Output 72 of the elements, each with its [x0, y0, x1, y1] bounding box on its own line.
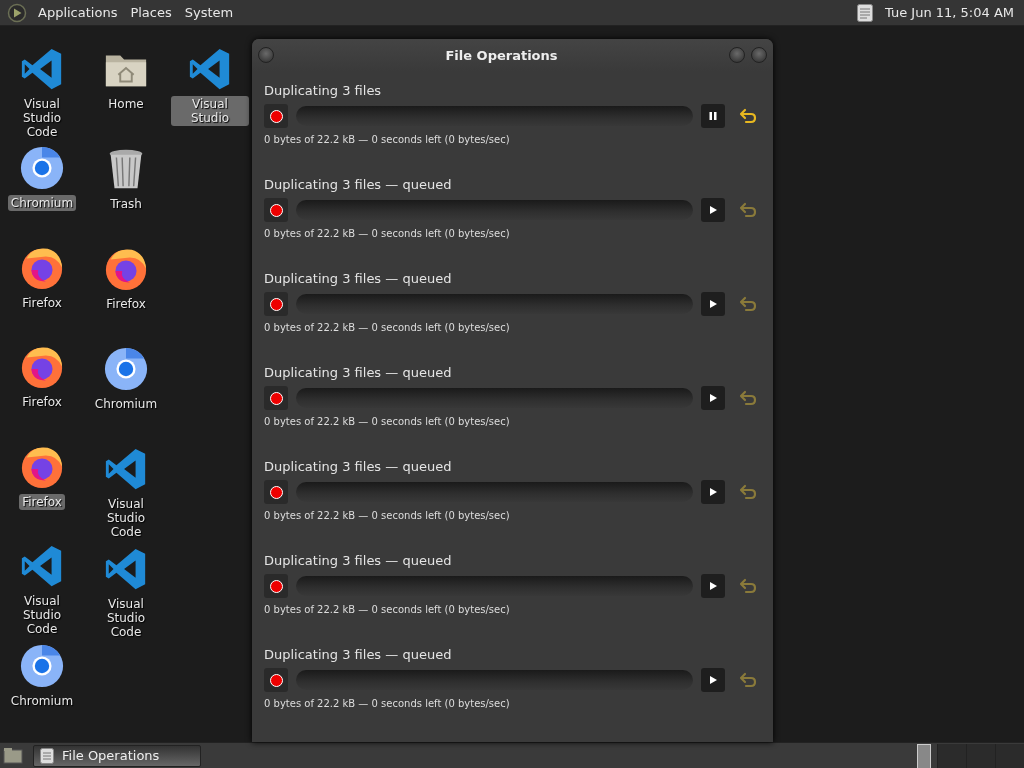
desktop-icon-label[interactable]: Firefox: [19, 394, 65, 411]
operation-title: Duplicating 3 files — queued: [264, 553, 452, 568]
desktop-icon-label[interactable]: Chromium: [7, 195, 77, 212]
operation-status: 0 bytes of 22.2 kB — 0 seconds left (0 bytes/sec): [264, 604, 510, 615]
chromium-logo-icon[interactable]: [103, 346, 149, 392]
play-icon: [708, 675, 718, 685]
undo-icon[interactable]: [739, 578, 757, 594]
window-title: File Operations: [444, 47, 559, 63]
operation-title: Duplicating 3 files — queued: [264, 459, 452, 474]
desktop-icon-label[interactable]: Firefox: [103, 296, 149, 312]
stop-button[interactable]: [264, 104, 288, 128]
stop-button[interactable]: [264, 198, 288, 222]
desktop-icon-label[interactable]: Firefox: [19, 493, 65, 510]
play-icon: [708, 487, 718, 497]
operation-title: Duplicating 3 files — queued: [264, 271, 452, 286]
undo-icon[interactable]: [739, 296, 757, 312]
undo-icon[interactable]: [739, 672, 757, 688]
stop-button[interactable]: [264, 574, 288, 598]
panel-menu[interactable]: Places: [125, 5, 180, 20]
menu-logo-icon[interactable]: [7, 2, 27, 23]
stop-button[interactable]: [264, 386, 288, 410]
chromium-logo-icon[interactable]: [19, 642, 65, 689]
undo-icon[interactable]: [739, 484, 757, 500]
play-icon: [708, 393, 718, 403]
resume-button[interactable]: [701, 198, 725, 222]
desktop-icon-label[interactable]: Chromium: [91, 396, 161, 412]
workspace-switcher[interactable]: [917, 743, 1024, 768]
panel-menu[interactable]: System: [179, 5, 242, 20]
resume-button[interactable]: [701, 386, 725, 410]
desktop-icon-label[interactable]: Visual Studio Code: [87, 496, 165, 540]
play-icon: [708, 299, 718, 309]
operation-status: 0 bytes of 22.2 kB — 0 seconds left (0 bytes/sec): [264, 228, 510, 239]
undo-icon[interactable]: [739, 202, 757, 218]
pause-button[interactable]: [701, 104, 725, 128]
panel-menu[interactable]: Applications: [33, 5, 126, 20]
desktop-icon-label[interactable]: Firefox: [19, 294, 65, 311]
stop-button[interactable]: [264, 668, 288, 692]
resume-button[interactable]: [701, 574, 725, 598]
operation-status: 0 bytes of 22.2 kB — 0 seconds left (0 bytes/sec): [264, 416, 510, 427]
play-icon: [708, 581, 718, 591]
stop-button[interactable]: [264, 292, 288, 316]
undo-icon[interactable]: [739, 108, 757, 124]
operation-title: Duplicating 3 files — queued: [264, 365, 452, 380]
chromium-logo-icon[interactable]: [19, 145, 65, 192]
operation-title: Duplicating 3 files: [264, 83, 382, 98]
play-icon: [708, 205, 718, 215]
operation-title: Duplicating 3 files — queued: [264, 177, 452, 192]
desktop-icon-label[interactable]: Chromium: [7, 692, 77, 709]
operation-status: 0 bytes of 22.2 kB — 0 seconds left (0 bytes/sec): [264, 134, 510, 145]
stop-button[interactable]: [264, 480, 288, 504]
document-icon: [40, 747, 54, 764]
taskbar-button[interactable]: File Operations: [33, 744, 201, 767]
desktop-icon-label[interactable]: Visual Studio: [171, 96, 249, 126]
operation-status: 0 bytes of 22.2 kB — 0 seconds left (0 bytes/sec): [264, 510, 510, 521]
clock[interactable]: Tue Jun 11, 5:04 AM: [884, 5, 1014, 20]
notes-icon[interactable]: [856, 3, 873, 22]
close-button[interactable]: [751, 47, 767, 63]
operation-status: 0 bytes of 22.2 kB — 0 seconds left (0 bytes/sec): [264, 322, 510, 333]
window-menu-button[interactable]: [258, 47, 274, 63]
resume-button[interactable]: [701, 292, 725, 316]
pause-icon: [708, 111, 718, 121]
desktop-icon-label[interactable]: Visual Studio Code: [87, 596, 165, 640]
minimize-button[interactable]: [729, 47, 745, 63]
desktop-icon-label[interactable]: Trash: [107, 196, 145, 212]
undo-icon[interactable]: [739, 390, 757, 406]
resume-button[interactable]: [701, 668, 725, 692]
desktop-icon-label[interactable]: Visual Studio Code: [3, 593, 81, 638]
desktop-icon-label[interactable]: Visual Studio Code: [3, 96, 81, 140]
operation-title: Duplicating 3 files — queued: [264, 647, 452, 662]
desktop-icon-label[interactable]: Home: [105, 96, 147, 112]
operation-status: 0 bytes of 22.2 kB — 0 seconds left (0 bytes/sec): [264, 698, 510, 709]
resume-button[interactable]: [701, 480, 725, 504]
